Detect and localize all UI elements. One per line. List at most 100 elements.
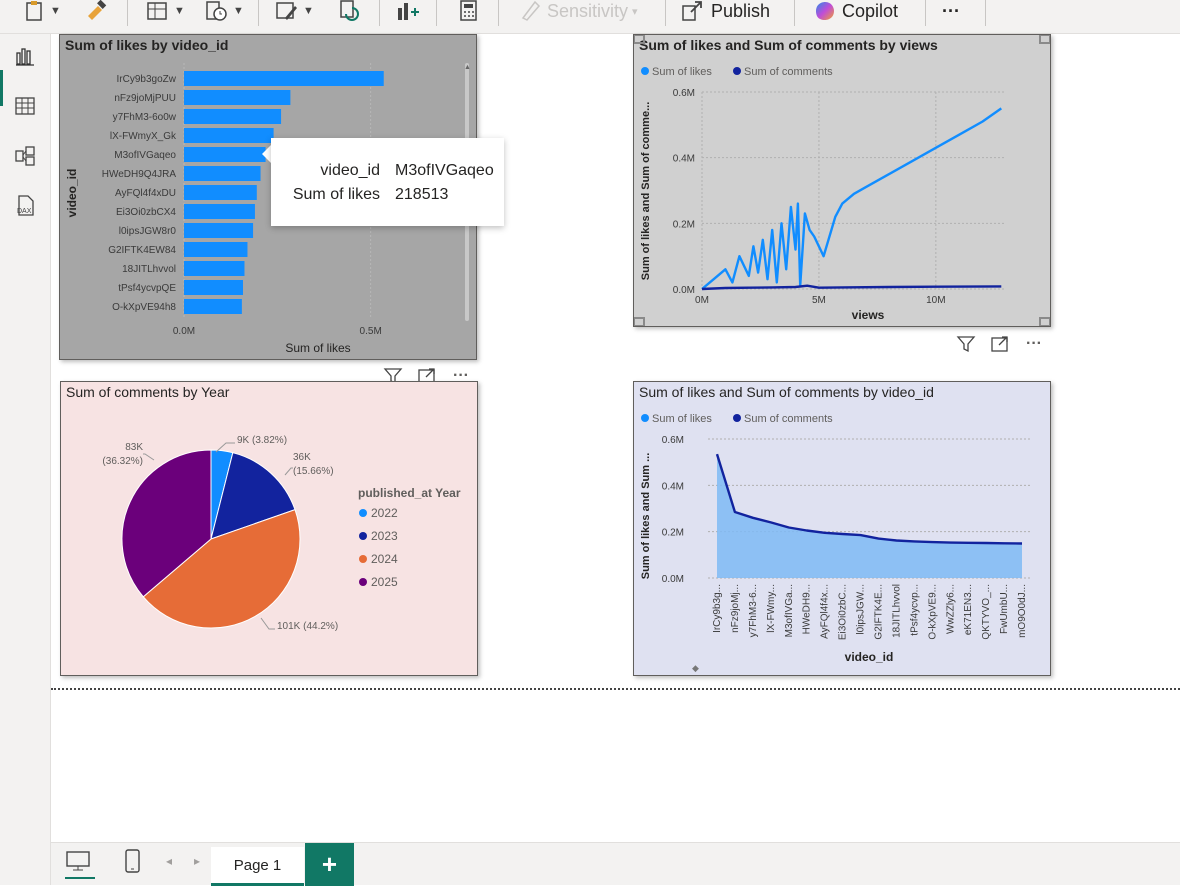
legend-marker xyxy=(359,532,367,540)
phone-icon xyxy=(125,849,140,873)
x-tick-label: FwUmbU... xyxy=(999,584,1010,634)
recent-sources-button[interactable]: ▼ xyxy=(205,0,244,22)
publish-button[interactable]: Publish xyxy=(681,0,770,22)
series-line xyxy=(701,107,1002,290)
legend-label: Sum of comments xyxy=(744,66,833,78)
bar-category-label: y7FhM3-6o0w xyxy=(113,112,177,123)
x-tick-label: 5M xyxy=(812,295,826,306)
y-tick-label: 0.0M xyxy=(673,285,695,296)
bar-category-label: O-kXpVE94h8 xyxy=(112,302,176,313)
pie-chart-svg: 9K (3.82%) 36K (15.66%) 101K (44.2%) 83K (36.… xyxy=(102,435,461,632)
bar-category-label: HWeDH9Q4JRA xyxy=(102,169,177,180)
visual-header-icons: ··· xyxy=(954,334,1046,354)
bar-category-label: Ei3Oi0zbCX4 xyxy=(116,207,176,218)
x-tick-label: 18JITLhvvol xyxy=(891,584,902,638)
x-tick-label: Ei3Oi0zbC... xyxy=(838,584,849,640)
legend-label: 2024 xyxy=(371,552,398,566)
separator xyxy=(665,0,666,26)
y-tick-label: 0.4M xyxy=(662,481,684,492)
data-button[interactable]: ▼ xyxy=(146,0,185,22)
copilot-icon xyxy=(816,2,834,20)
legend-marker xyxy=(641,414,649,422)
sensitivity-button[interactable]: Sensitivity ▾ xyxy=(519,0,638,22)
edit-table-icon xyxy=(276,2,297,20)
bar-category-label: lX-FWmyX_Gk xyxy=(110,131,177,142)
table-icon xyxy=(147,2,167,20)
separator xyxy=(794,0,795,26)
desktop-layout-button[interactable] xyxy=(65,849,95,879)
bar-category-label: IrCy9b3goZw xyxy=(117,74,177,85)
report-view-button[interactable] xyxy=(9,40,41,72)
model-view-button[interactable] xyxy=(9,140,41,172)
bar xyxy=(184,147,266,162)
x-tick-label: y7FhM3-6... xyxy=(748,584,759,637)
grid-icon xyxy=(15,97,35,115)
copilot-button[interactable]: Copilot xyxy=(812,0,898,22)
x-tick-label: WwZZly6... xyxy=(945,584,956,634)
bar-category-label: AyFQl4f4xDU xyxy=(115,188,176,199)
x-axis-title: views xyxy=(852,308,885,322)
refresh-button[interactable] xyxy=(338,0,362,22)
x-tick-label: lX-FWmy... xyxy=(766,584,777,633)
bar xyxy=(184,242,248,257)
likes-comments-by-video-area-chart[interactable]: Sum of likes and Sum of comments by vide… xyxy=(633,381,1051,676)
mobile-layout-button[interactable] xyxy=(123,848,143,878)
bar xyxy=(184,166,261,181)
plus-icon: + xyxy=(321,849,338,879)
data-label: 9K (3.82%) xyxy=(237,435,287,446)
legend-label: 2023 xyxy=(371,529,398,543)
more-options-icon[interactable]: ··· xyxy=(1022,334,1046,354)
more-options-button[interactable]: ··· xyxy=(942,0,960,22)
focus-mode-icon[interactable] xyxy=(988,334,1012,354)
view-rail: DAX xyxy=(0,34,51,885)
tooltip-arrow xyxy=(262,145,271,163)
y-axis-title: Sum of likes and Sum of comme... xyxy=(640,102,652,280)
active-view-indicator xyxy=(0,70,3,106)
next-page-icon[interactable]: ▸ xyxy=(194,854,200,868)
table-view-button[interactable] xyxy=(9,90,41,122)
data-label: (15.66%) xyxy=(293,466,334,477)
legend-label: Sum of likes xyxy=(652,413,712,425)
previous-page-icon[interactable]: ◂ xyxy=(166,854,172,868)
page-boundary xyxy=(51,688,1180,690)
bar-category-label: 18JITLhvvol xyxy=(122,264,176,275)
calculator-icon xyxy=(460,0,477,21)
add-page-button[interactable]: + xyxy=(305,843,354,886)
legend-marker xyxy=(359,555,367,563)
separator xyxy=(925,0,926,26)
x-tick-label: 0.5M xyxy=(360,326,382,337)
x-tick-label: M3ofIVGa... xyxy=(784,584,795,637)
bar-category-label: G2IFTK4EW84 xyxy=(108,245,176,256)
legend-label: 2022 xyxy=(371,506,398,520)
legend-marker xyxy=(733,414,741,422)
likes-comments-by-views-line-chart[interactable]: Sum of likes and Sum of comments by view… xyxy=(633,34,1051,327)
sensitivity-label: Sensitivity xyxy=(547,0,629,21)
new-measure-button[interactable] xyxy=(458,0,480,22)
dax-query-view-button[interactable]: DAX xyxy=(9,190,41,222)
bar xyxy=(184,299,242,314)
tooltip-key: video_id xyxy=(320,162,380,179)
x-tick-label: eK71EN3... xyxy=(963,584,974,635)
page-tab-label: Page 1 xyxy=(233,856,282,874)
legend-label: 2025 xyxy=(371,575,398,589)
monitor-icon xyxy=(66,851,90,871)
filter-icon[interactable] xyxy=(954,334,978,354)
bar xyxy=(184,223,254,238)
clock-icon xyxy=(206,1,227,21)
bar xyxy=(184,128,274,143)
bar-category-label: tPsf4ycvpQE xyxy=(118,283,176,294)
separator xyxy=(258,0,259,26)
chevron-down-icon: ▼ xyxy=(303,5,314,17)
new-visual-button[interactable] xyxy=(395,0,419,22)
page-tab-page-1[interactable]: Page 1 xyxy=(211,847,304,886)
transform-data-button[interactable]: ▼ xyxy=(275,0,314,22)
scroll-up-icon: ▲ xyxy=(464,64,471,71)
paste-button[interactable]: ▼ xyxy=(24,0,61,22)
y-tick-label: 0.6M xyxy=(673,88,695,99)
bar xyxy=(184,90,291,105)
format-painter-button[interactable] xyxy=(84,0,108,22)
x-tick-label: tPsf4ycvp... xyxy=(909,584,920,636)
legend-title: published_at Year xyxy=(358,486,461,500)
leader-line xyxy=(143,453,155,461)
comments-by-year-pie-chart[interactable]: Sum of comments by Year 9K (3.82%) 36K (15… xyxy=(60,381,478,676)
